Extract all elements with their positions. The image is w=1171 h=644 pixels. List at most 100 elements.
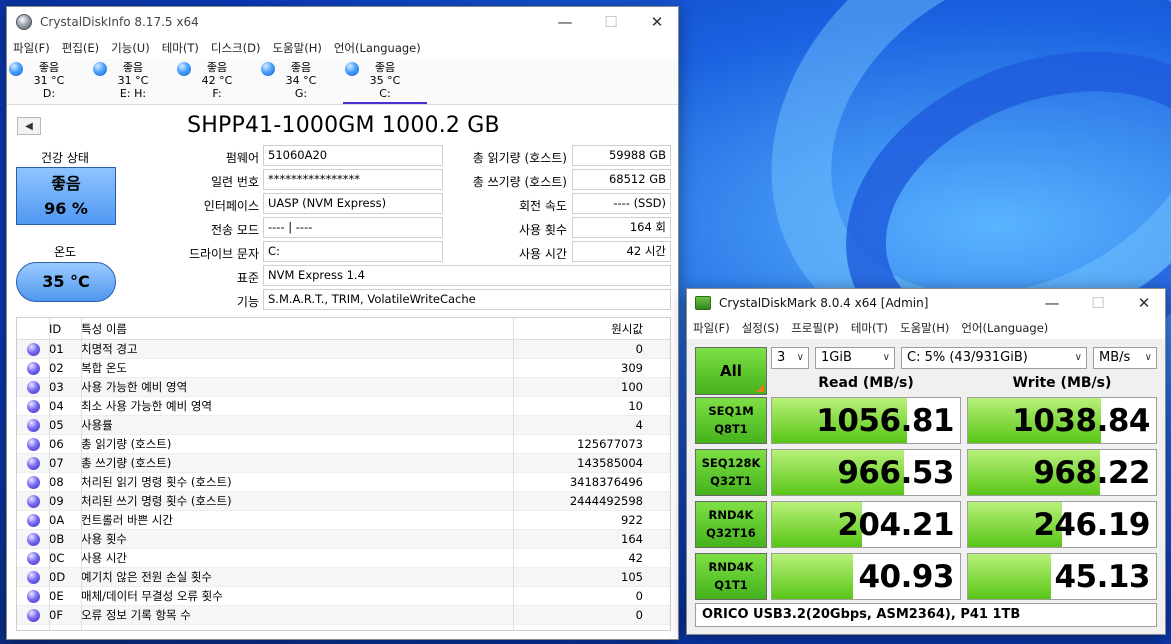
status-dot-icon [26,475,40,489]
smart-row[interactable]: 02 복합 온도 309 [17,359,670,378]
status-dot-icon [26,418,40,432]
smart-row[interactable]: 0C 사용 시간 42 [17,549,670,568]
menu-help[interactable]: 도움말(H) [900,320,949,336]
smart-row[interactable]: 08 처리된 읽기 명령 횟수 (호스트) 3418376496 [17,473,670,492]
minimize-icon: — [1044,294,1060,312]
corner-marker-icon [756,384,764,392]
smart-raw: 922 [621,513,643,527]
smart-id: 0E [49,589,64,603]
menu-disk[interactable]: 디스크(D) [211,40,261,56]
target-drive-select[interactable]: C: 5% (43/931GiB) ∨ [901,347,1087,369]
temperature-value: 35 °C [42,272,90,291]
drive-tab-g[interactable]: 좋음 34 °C G: [259,59,343,104]
minimize-button[interactable]: — [1029,289,1075,317]
health-status-box[interactable]: 좋음 96 % [16,167,116,225]
menu-file[interactable]: 파일(F) [13,40,50,56]
smart-id: 09 [49,494,64,508]
smart-header-id[interactable]: ID [49,322,81,336]
maximize-button[interactable]: ☐ [1075,289,1121,317]
read-speed-value: 966.53 [837,455,954,491]
test-button[interactable]: RND4K Q32T16 [695,501,767,548]
run-all-button[interactable]: All [695,347,767,395]
smart-row[interactable]: 0A 컨트롤러 바쁜 시간 922 [17,511,670,530]
maximize-button[interactable]: ☐ [588,7,634,37]
menu-file[interactable]: 파일(F) [693,320,730,336]
smart-raw: 309 [621,361,643,375]
status-dot-icon [26,494,40,508]
features-label: 기능 [236,295,259,309]
test-button[interactable]: SEQ128K Q32T1 [695,449,767,496]
health-orb-icon [261,62,275,76]
smart-row[interactable]: 0B 사용 횟수 164 [17,530,670,549]
transfer-mode-value: ---- | ---- [263,217,443,238]
smart-row[interactable]: 01 치명적 경고 0 [17,340,670,359]
menu-theme[interactable]: 테마(T) [851,320,888,336]
read-speed-value: 204.21 [837,507,954,543]
crystaldiskinfo-app-icon [16,14,32,30]
smart-row[interactable]: 07 총 쓰기량 (호스트) 143585004 [17,454,670,473]
status-dot-icon [26,513,40,527]
close-button[interactable]: ✕ [1121,289,1165,317]
unit-select[interactable]: MB/s ∨ [1093,347,1157,369]
run-all-label: All [720,362,742,380]
status-dot-icon [26,342,40,356]
menu-language[interactable]: 언어(Language) [334,40,421,56]
drive-tab-d[interactable]: 좋음 31 °C D: [7,59,91,104]
health-orb-icon [9,62,23,76]
drive-temp: 34 °C [285,74,317,87]
smart-raw: 125677073 [577,437,643,451]
test-count-select[interactable]: 3 ∨ [771,347,809,369]
smart-row[interactable]: 0E 매체/데이터 무결성 오류 횟수 0 [17,587,670,606]
comment-field[interactable]: ORICO USB3.2(20Gbps, ASM2364), P41 1TB [695,603,1157,627]
smart-raw: 10 [628,399,643,413]
test-size-select[interactable]: 1GiB ∨ [815,347,895,369]
maximize-icon: ☐ [1091,294,1105,312]
close-button[interactable]: ✕ [634,7,678,37]
health-orb-icon [177,62,191,76]
smart-row[interactable]: 09 처리된 쓰기 명령 횟수 (호스트) 2444492598 [17,492,670,511]
host-writes-label: 총 쓰기량 (호스트) [472,175,567,189]
menu-help[interactable]: 도움말(H) [272,40,321,56]
smart-header-name[interactable]: 특성 이름 [81,321,513,337]
power-hours-value: 42 시간 [572,241,671,262]
read-speed-value: 40.93 [858,559,954,595]
smart-row[interactable]: 04 최소 사용 가능한 예비 영역 10 [17,397,670,416]
smart-raw: 100 [621,380,643,394]
benchmark-panel: All 3 ∨ 1GiB ∨ C: 5% (43/931GiB) ∨ MB/s ∨ Re… [687,339,1165,634]
menu-settings[interactable]: 설정(S) [742,320,779,336]
test-name: SEQ1M [708,404,754,418]
read-speed-bar [772,554,853,599]
smart-header-raw[interactable]: 원시값 [513,321,651,337]
menu-language[interactable]: 언어(Language) [961,320,1048,336]
close-icon: ✕ [650,13,664,31]
menu-edit[interactable]: 편집(E) [62,40,99,56]
status-dot-icon [26,399,40,413]
drive-tab-c[interactable]: 좋음 35 °C C: [343,59,427,104]
smart-row[interactable]: 0D 예기치 않은 전원 손실 횟수 105 [17,568,670,587]
read-result: 40.93 [771,553,961,600]
write-column-header: Write (MB/s) [1012,375,1112,391]
drive-tab-e-h[interactable]: 좋음 31 °C E: H: [91,59,175,104]
write-result: 968.22 [967,449,1157,496]
test-button[interactable]: SEQ1M Q8T1 [695,397,767,444]
smart-name: 예기치 않은 전원 손실 횟수 [81,570,213,584]
menu-function[interactable]: 기능(U) [111,40,150,56]
smart-row[interactable]: 03 사용 가능한 예비 영역 100 [17,378,670,397]
test-button[interactable]: RND4K Q1T1 [695,553,767,600]
smart-name: 총 읽기량 (호스트) [81,437,172,451]
smart-row[interactable]: 05 사용률 4 [17,416,670,435]
status-dot-icon [26,437,40,451]
smart-row[interactable]: 06 총 읽기량 (호스트) 125677073 [17,435,670,454]
interface-value: UASP (NVM Express) [263,193,443,214]
smart-row[interactable]: 0F 오류 정보 기록 항목 수 0 [17,606,670,625]
minimize-button[interactable]: — [542,7,588,37]
drive-tab-f[interactable]: 좋음 42 °C F: [175,59,259,104]
read-result: 1056.81 [771,397,961,444]
smart-name: 컨트롤러 바쁜 시간 [81,513,173,527]
serial-label: 일련 번호 [211,175,259,189]
menu-profile[interactable]: 프로필(P) [791,320,839,336]
minimize-icon: — [557,13,573,31]
write-result: 45.13 [967,553,1157,600]
menu-theme[interactable]: 테마(T) [162,40,199,56]
smart-name: 총 쓰기량 (호스트) [81,456,172,470]
